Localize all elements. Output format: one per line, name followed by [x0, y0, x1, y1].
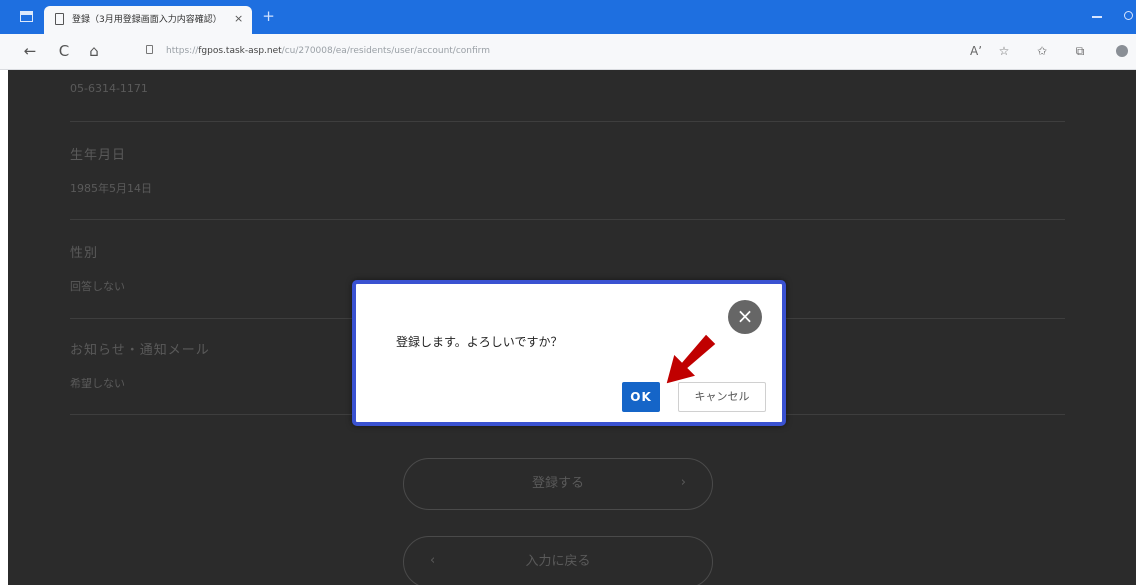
favorite-add-icon[interactable]: ☆ — [996, 43, 1012, 59]
back-icon[interactable]: ← — [20, 41, 40, 61]
url-host: fgpos.task-asp.net — [198, 46, 282, 56]
address-bar[interactable]: https://fgpos.task-asp.net/cu/270008/ea/… — [140, 40, 940, 62]
tab-close-icon[interactable]: × — [234, 12, 243, 26]
ok-button[interactable]: OK — [622, 382, 660, 412]
confirm-dialog: × 登録します。よろしいですか？ OK キャンセル — [352, 280, 786, 426]
url-scheme: https:// — [166, 46, 199, 56]
maximize-icon[interactable] — [1124, 11, 1133, 20]
reload-icon[interactable]: C — [54, 41, 74, 61]
read-aloud-icon[interactable]: Aʼ — [968, 43, 984, 59]
home-icon[interactable]: ⌂ — [84, 41, 104, 61]
divider — [70, 219, 1065, 220]
gender-label: 性別 — [70, 246, 99, 261]
document-icon — [55, 13, 64, 25]
register-button-label: 登録する — [531, 476, 584, 491]
browser-toolbar: ← C ⌂ https://fgpos.task-asp.net/cu/2700… — [0, 34, 1136, 70]
back-button-label: 入力に戻る — [525, 554, 591, 569]
birthdate-value: 1985年5月14日 — [70, 182, 152, 195]
window-menu-icon[interactable] — [20, 11, 33, 22]
dialog-message: 登録します。よろしいですか？ — [396, 335, 563, 349]
new-tab-icon[interactable]: + — [262, 9, 275, 24]
birthdate-field: 生年月日 1985年5月14日 — [70, 148, 1070, 196]
url-text: https://fgpos.task-asp.net/cu/270008/ea/… — [166, 44, 490, 58]
phone-field: 05-6314-1171 — [70, 82, 1070, 96]
tab-title: 登録（3月用登録画面入力内容確認） — [72, 15, 222, 25]
favorites-icon[interactable]: ✩ — [1034, 43, 1050, 59]
minimize-icon[interactable] — [1092, 16, 1102, 18]
browser-tab[interactable]: 登録（3月用登録画面入力内容確認） × — [44, 6, 252, 34]
profile-icon[interactable] — [1116, 45, 1128, 57]
register-button[interactable]: 登録する › — [403, 458, 713, 510]
title-bar: 登録（3月用登録画面入力内容確認） × + — [0, 0, 1136, 34]
phone-value: 05-6314-1171 — [70, 82, 148, 95]
chevron-left-icon: ‹ — [430, 553, 436, 568]
divider — [70, 121, 1065, 122]
chevron-right-icon: › — [680, 475, 686, 490]
browser-window: 登録（3月用登録画面入力内容確認） × + ← C ⌂ https://fgpo… — [0, 0, 1136, 585]
close-icon[interactable]: × — [728, 300, 762, 334]
back-to-input-button[interactable]: 入力に戻る ‹ — [403, 536, 713, 585]
collections-icon[interactable]: ⧉ — [1072, 43, 1088, 59]
annotation-arrow-icon — [665, 333, 717, 385]
birthdate-label: 生年月日 — [70, 148, 127, 163]
page-info-icon[interactable] — [146, 45, 153, 54]
url-path: /cu/270008/ea/residents/user/account/con… — [281, 46, 490, 56]
